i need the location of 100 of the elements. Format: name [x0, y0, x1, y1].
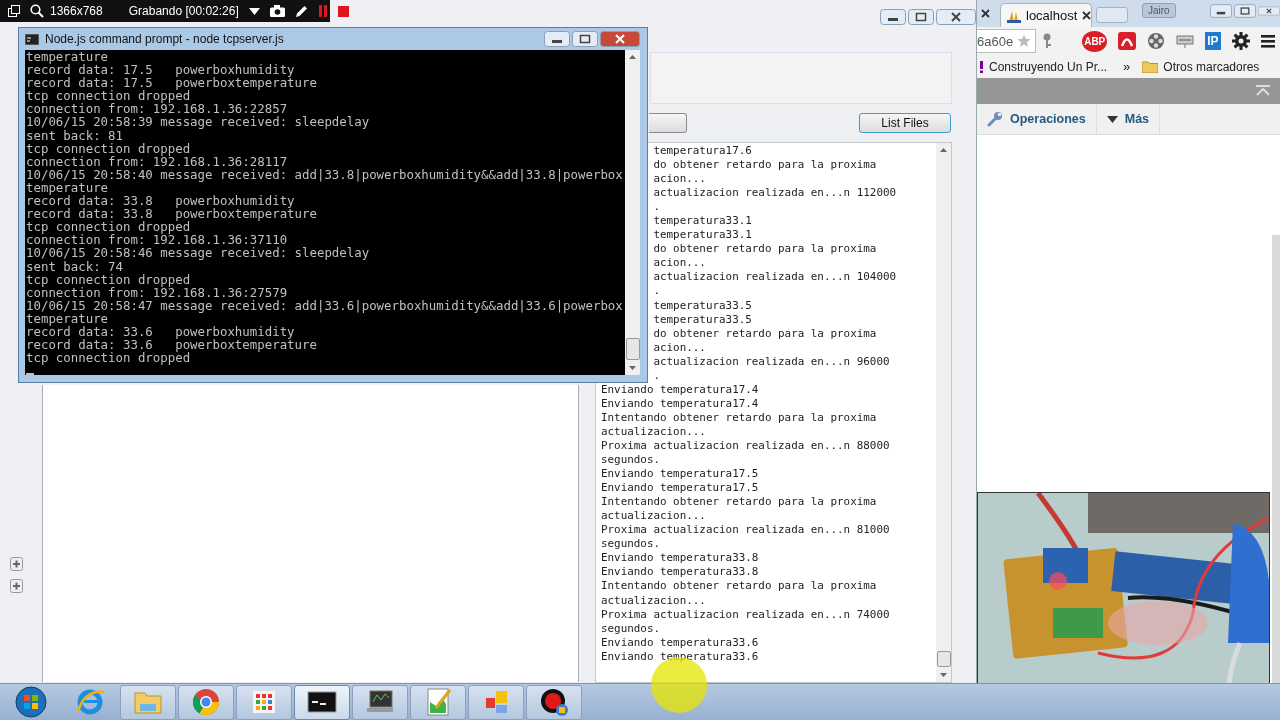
log-line: actualizacion realizada en...n 104000 — [653, 270, 897, 285]
log-line: Enviando temperatura33.6 — [601, 649, 759, 664]
page-tab[interactable]: Operaciones — [977, 104, 1097, 134]
profile-button[interactable]: Jairo — [1142, 3, 1176, 18]
console-line: tcp connection dropped — [26, 272, 191, 286]
ip-button[interactable]: IP — [1205, 32, 1221, 50]
window-title: Node.js command prompt - node tcpserver.js — [45, 32, 285, 46]
scroll-up-icon[interactable] — [629, 55, 636, 59]
page-tab[interactable]: Más — [1096, 104, 1161, 134]
log-line: temperatura33.1 — [653, 228, 752, 243]
scrollbar[interactable] — [625, 50, 640, 375]
console-line: tcp connection dropped — [26, 89, 191, 103]
console-line: temperature — [26, 50, 109, 64]
camera-icon[interactable] — [269, 5, 285, 17]
recording-status: Grabando [00:02:26] — [128, 4, 239, 18]
taskbar-button[interactable] — [526, 684, 582, 720]
console-line: record data: 33.6 powerboxhumidity — [26, 324, 295, 339]
log-line: acion... — [653, 256, 706, 271]
log-line: Intentando obtener retardo para la proxima — [601, 495, 877, 510]
taskbar-button[interactable] — [352, 684, 408, 720]
log-line: Proxima actualizacion realizada en...n 88000 — [601, 439, 890, 454]
log-line: actualizacion... — [601, 424, 706, 439]
windows-logo-icon — [15, 686, 47, 718]
console-line: record data: 33.6 powerboxtemperature — [26, 338, 318, 352]
scroll-up-icon[interactable] — [940, 148, 947, 152]
log-line: Enviando temperatura17.5 — [601, 467, 759, 482]
bookmark-folder[interactable]: Otros marcadores — [1142, 59, 1260, 74]
settings-icon[interactable] — [1231, 32, 1250, 50]
taskbar-button[interactable] — [294, 684, 350, 720]
log-line: acion... — [653, 340, 706, 355]
log-line: segundos. — [601, 621, 660, 636]
key-icon[interactable] — [1042, 33, 1053, 49]
log-line: segundos. — [601, 453, 660, 468]
list-files-button[interactable]: List Files — [859, 113, 951, 133]
browser-tab[interactable]: localhost — [1000, 3, 1092, 27]
console-line: sent back: 74 — [26, 259, 124, 273]
console-line: connection from: 192.168.1.36:37110 — [26, 233, 289, 247]
log-line: actualizacion realizada en...n 112000 — [653, 186, 897, 201]
log-line: . — [653, 368, 660, 383]
button[interactable] — [649, 113, 687, 133]
minimize-button[interactable] — [1210, 3, 1232, 19]
log-line: Enviando temperatura33.8 — [601, 551, 759, 566]
console-line: 10/06/15 20:58:39 message received: sleepdelay — [26, 115, 371, 129]
log-line: . — [653, 200, 660, 215]
pause-icon[interactable] — [317, 5, 328, 17]
scroll-thumb[interactable] — [625, 338, 640, 360]
log-line: acion... — [653, 172, 706, 187]
address-bar[interactable]: 6a60e — [977, 29, 1037, 53]
scrollbar[interactable] — [936, 143, 951, 682]
adblock-button[interactable]: ABP — [1082, 30, 1108, 52]
console-line: connection from: 192.168.1.36:27579 — [26, 285, 289, 299]
console-line: connection from: 192.168.1.36:28117 — [26, 154, 289, 168]
maximize-button[interactable] — [572, 31, 598, 47]
bookmark[interactable]: Construyendo Un Pr... — [979, 59, 1108, 74]
scrollbar[interactable] — [1272, 235, 1280, 683]
maximize-button[interactable] — [1234, 3, 1256, 19]
log-line: do obtener retardo para la proxima — [653, 158, 877, 173]
console-line: 10/06/15 20:58:47 message received: add|33.6|powerboxhumidity&&add|33.6|powerbox — [26, 298, 624, 312]
scroll-down-icon[interactable] — [629, 366, 636, 370]
chrome-icon — [190, 686, 222, 718]
umbrella-icon[interactable] — [1118, 32, 1137, 50]
minimize-button[interactable] — [544, 31, 570, 47]
close-icon[interactable] — [1082, 11, 1092, 20]
wrench-icon — [987, 111, 1003, 127]
console-icon — [25, 33, 39, 45]
close-button[interactable] — [1258, 3, 1280, 19]
stop-icon[interactable] — [337, 5, 349, 17]
close-icon[interactable] — [981, 9, 990, 18]
console-line: temperature — [26, 311, 109, 325]
log-line: temperatura33.5 — [653, 298, 752, 313]
expand-icon[interactable] — [10, 579, 23, 593]
log-line: temperatura33.1 — [653, 214, 752, 229]
meter-icon[interactable] — [1176, 33, 1195, 49]
log-line: Enviando temperatura33.6 — [601, 635, 759, 650]
console-line: temperature — [26, 180, 109, 195]
close-button[interactable] — [936, 9, 976, 25]
menu-icon[interactable] — [1260, 34, 1275, 48]
search-icon[interactable] — [30, 4, 44, 18]
scroll-thumb[interactable] — [936, 651, 951, 667]
scroll-down-icon[interactable] — [940, 673, 947, 677]
text-cursor — [26, 373, 34, 375]
log-line: Enviando temperatura17.4 — [601, 382, 759, 397]
maximize-button[interactable] — [908, 9, 934, 25]
address-text: 6a60e — [977, 33, 1014, 49]
log-line: Enviando temperatura33.8 — [601, 565, 759, 580]
window-icon[interactable] — [8, 5, 20, 17]
minimize-button[interactable] — [880, 9, 906, 25]
console-line: 10/06/15 20:58:46 message received: sleepdelay — [26, 246, 371, 260]
star-icon[interactable] — [1017, 34, 1032, 48]
console-line: tcp connection dropped — [26, 141, 191, 155]
close-button[interactable] — [600, 31, 640, 47]
console-line: record data: 17.5 powerboxhumidity — [26, 63, 295, 77]
pencil-icon[interactable] — [294, 4, 308, 18]
more-bookmarks-button[interactable]: » — [1123, 59, 1131, 74]
expand-icon[interactable] — [10, 557, 23, 571]
log-line: actualizacion... — [601, 593, 706, 608]
caret-icon[interactable] — [248, 7, 260, 15]
record-icon — [538, 686, 570, 718]
film-reel-icon[interactable] — [1147, 32, 1166, 50]
log-line: temperatura17.6 — [653, 144, 752, 159]
